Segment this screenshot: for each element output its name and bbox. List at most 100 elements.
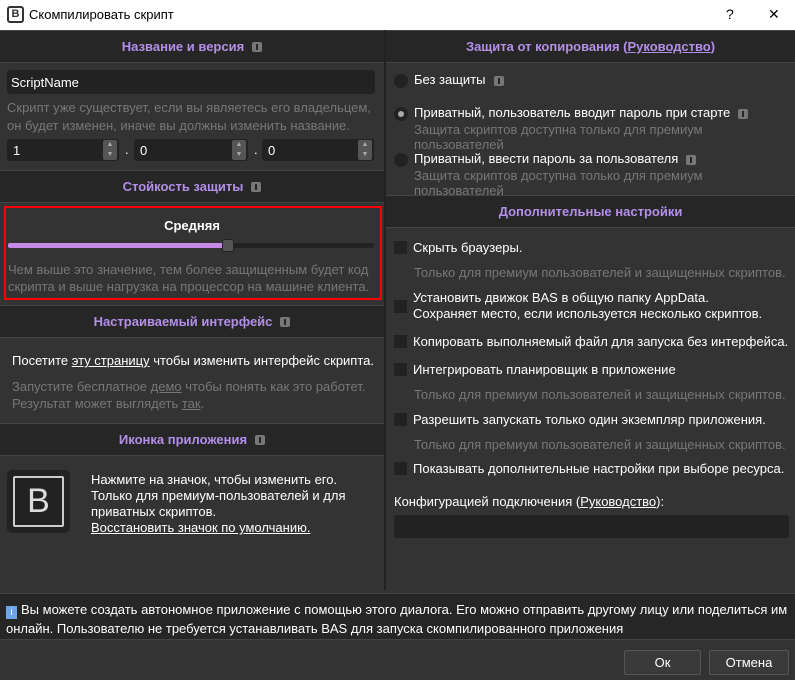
header-label: Настраиваемый интерфейс	[93, 314, 273, 329]
protection-header: Защита от копирования (Руководство)	[386, 30, 795, 63]
extra-header: Дополнительные настройки	[386, 195, 795, 228]
slider-handle[interactable]	[221, 239, 234, 252]
restore-icon-link[interactable]: Восстановить значок по умолчанию.	[91, 520, 310, 535]
text: Запустите бесплатное	[12, 379, 151, 394]
checkbox[interactable]	[394, 300, 407, 313]
label-text: Установить движок BAS в общую папку AppD…	[413, 290, 709, 305]
version-minor-spinbox[interactable]: 0 ▲ ▼	[134, 139, 248, 161]
checkbox-note: Только для премиум пользователей и защищ…	[414, 437, 786, 452]
close-button[interactable]: ✕	[768, 6, 780, 23]
bas-logo-icon: B	[13, 476, 64, 527]
app-icon: B	[7, 6, 24, 23]
example-link[interactable]: так	[182, 396, 201, 411]
info-icon[interactable]	[251, 181, 262, 192]
title-bar: B Скомпилировать скрипт ? ✕	[0, 0, 795, 30]
checkbox[interactable]	[394, 335, 407, 348]
config-label: Конфигурацией подключения (Руководство):	[394, 494, 664, 509]
info-icon[interactable]	[280, 316, 291, 327]
text: Нажмите на значок, чтобы изменить его.	[91, 472, 338, 487]
strength-hint: Чем выше это значение, тем более защищен…	[8, 262, 370, 294]
ok-button[interactable]: Ок	[624, 650, 701, 675]
label-text: Интегрировать планировщик в приложение	[413, 362, 676, 377]
info-icon[interactable]	[493, 75, 504, 86]
info-bar: i Вы можете создать автономное приложение…	[0, 593, 795, 640]
option-label: Без защиты	[414, 72, 486, 87]
strength-slider[interactable]	[8, 239, 374, 252]
input-value: ScriptName	[11, 75, 79, 90]
window-title: Скомпилировать скрипт	[29, 7, 174, 22]
icon-header: Иконка приложения	[0, 423, 384, 456]
app-icon-picker[interactable]: B	[7, 470, 70, 533]
label-text: Скрыть браузеры.	[413, 240, 523, 255]
version-separator: .	[254, 142, 258, 157]
text: чтобы понять как это работет.	[181, 379, 366, 394]
option-label: Приватный, ввести пароль за пользователя	[414, 151, 679, 166]
interface-header: Настраиваемый интерфейс	[0, 305, 384, 338]
label-text: Показывать дополнительные настройки при …	[413, 461, 785, 476]
version-separator: .	[125, 142, 129, 157]
option-label: Приватный, пользователь вводит пароль пр…	[414, 105, 731, 120]
text: Конфигурацией подключения (	[394, 494, 581, 509]
checkbox-label[interactable]: Интегрировать планировщик в приложение	[413, 362, 676, 378]
demo-link[interactable]: демо	[151, 379, 182, 394]
name-hint: Скрипт уже существует, если вы являетесь…	[7, 100, 371, 133]
version-patch-spinbox[interactable]: 0 ▲ ▼	[262, 139, 374, 161]
text: Только для премиум-пользователей и для п…	[91, 488, 346, 519]
checkbox[interactable]	[394, 462, 407, 475]
this-page-link[interactable]: эту страницу	[72, 353, 150, 368]
checkbox-label[interactable]: Показывать дополнительные настройки при …	[413, 461, 784, 477]
config-input[interactable]	[394, 515, 789, 538]
spin-arrows-icon[interactable]: ▲ ▼	[358, 140, 372, 160]
cancel-button[interactable]: Отмена	[709, 650, 789, 675]
checkbox-label[interactable]: Установить движок BAS в общую папку AppD…	[413, 290, 762, 322]
text: Посетите	[12, 353, 72, 368]
option-note: Защита скриптов доступна только для прем…	[414, 168, 703, 198]
help-button[interactable]: ?	[726, 6, 734, 22]
spin-value: 0	[268, 143, 276, 158]
version-major-spinbox[interactable]: 1 ▲ ▼	[7, 139, 119, 161]
column-divider	[384, 30, 386, 590]
protection-option[interactable]: Без защиты	[414, 72, 504, 87]
label-text: Сохраняет место, если используется неско…	[413, 306, 763, 321]
guide-link[interactable]: Руководство	[628, 39, 711, 54]
info-icon[interactable]	[686, 154, 697, 165]
icon-description: Нажмите на значок, чтобы изменить его. То…	[91, 472, 371, 536]
header-label: Дополнительные настройки	[498, 204, 683, 219]
info-icon[interactable]	[255, 434, 266, 445]
text: ):	[656, 494, 665, 509]
info-icon[interactable]	[738, 108, 749, 119]
protection-option[interactable]: Приватный, пользователь вводит пароль пр…	[414, 105, 749, 120]
protection-option[interactable]: Приватный, ввести пароль за пользователя	[414, 151, 697, 166]
checkbox-label[interactable]: Разрешить запускать только один экземпля…	[413, 412, 766, 428]
radio-button[interactable]	[394, 107, 408, 121]
header-label: Стойкость защиты	[122, 179, 244, 194]
checkbox-note: Только для премиум пользователей и защищ…	[414, 265, 786, 280]
header-label: Название и версия	[121, 39, 245, 54]
checkbox[interactable]	[394, 363, 407, 376]
checkbox-label[interactable]: Копировать выполняемый файл для запуска …	[413, 334, 788, 350]
info-icon[interactable]	[252, 41, 263, 52]
text: Результат может выглядеть	[12, 396, 182, 411]
interface-visit-text: Посетите эту страницу чтобы изменить инт…	[12, 353, 374, 368]
radio-button[interactable]	[394, 74, 408, 88]
text: )	[710, 39, 716, 54]
checkbox-label[interactable]: Скрыть браузеры.	[413, 240, 522, 256]
slider-fill	[8, 243, 228, 248]
strength-header: Стойкость защиты	[0, 170, 384, 203]
spin-value: 1	[13, 143, 21, 158]
checkbox[interactable]	[394, 241, 407, 254]
label-text: Разрешить запускать только один экземпля…	[413, 412, 766, 427]
radio-button[interactable]	[394, 153, 408, 167]
text: Защита от копирования (	[465, 39, 628, 54]
info-icon: i	[6, 606, 17, 619]
script-name-input[interactable]: ScriptName	[7, 70, 375, 94]
config-guide-link[interactable]: Руководство	[580, 494, 656, 509]
spin-arrows-icon[interactable]: ▲ ▼	[232, 140, 246, 160]
text: чтобы изменить интерфейс скрипта.	[149, 353, 374, 368]
text: .	[200, 396, 205, 411]
spin-arrows-icon[interactable]: ▲ ▼	[103, 140, 117, 160]
name-version-header: Название и версия	[0, 30, 384, 63]
info-text: Вы можете создать автономное приложение …	[6, 602, 788, 636]
checkbox-note: Только для премиум пользователей и защищ…	[414, 387, 786, 402]
checkbox[interactable]	[394, 413, 407, 426]
